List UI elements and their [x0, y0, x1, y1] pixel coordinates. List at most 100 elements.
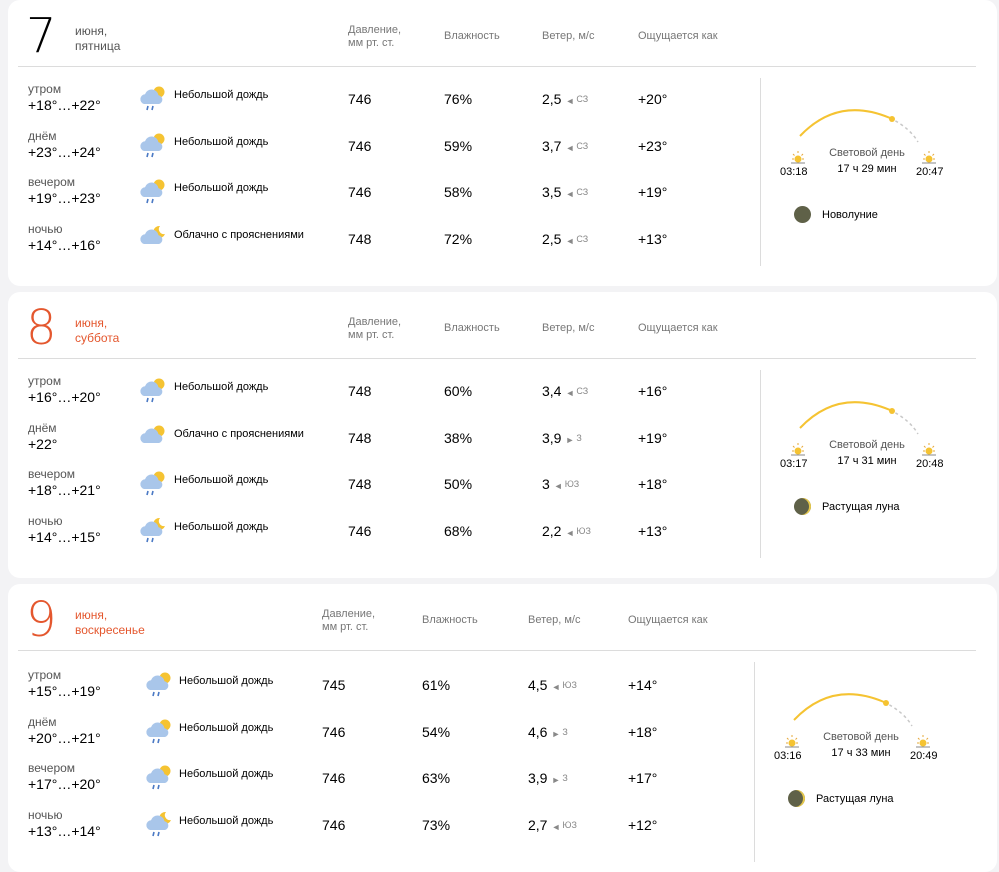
forecast-row: ночью +14°…+15° Небольшой дождь 746 68% 2,2 ◄ Ю…	[8, 514, 768, 556]
wind-direction: ЮЗ	[576, 526, 591, 537]
forecast-row: утром +15°…+19° Небольшой дождь 745 61% 4,5 ◄ Ю…	[8, 668, 768, 710]
wind-speed: 4,6	[528, 723, 548, 740]
forecast-row: ночью +13°…+14° Небольшой дождь 746 73% 2,7 ◄ Ю…	[8, 808, 768, 850]
pressure-value: 748	[348, 429, 372, 446]
day-weekday: воскресенье	[75, 623, 145, 637]
column-divider	[760, 78, 761, 266]
daylight-panel: 03:16 20:49 Световой день 17 ч 33 мин Растущ…	[772, 692, 972, 872]
daylight-label: Световой день	[829, 439, 905, 451]
condition: Небольшой дождь	[174, 381, 269, 393]
daylight-length: 17 ч 29 мин	[837, 163, 897, 175]
wind-arrow-icon: ◄	[565, 189, 575, 200]
humidity-value: 60%	[444, 383, 473, 399]
daylight-length: 17 ч 33 мин	[831, 747, 891, 759]
wind-value: 3,9 ► З	[542, 429, 582, 449]
humidity-value: 73%	[422, 817, 451, 834]
day-part: вечером	[28, 467, 76, 482]
temperature: +20°…+21°	[28, 729, 101, 746]
header-feels: Ощущается как	[628, 614, 708, 626]
day-weekday: суббота	[75, 331, 120, 345]
cloud-sun-rain-icon	[144, 763, 174, 791]
pressure-value: 746	[322, 770, 346, 787]
day-card: 7 июня, пятница Давление, мм рт. ст. Влажнос…	[8, 0, 997, 286]
wind-speed: 2,7	[528, 817, 548, 834]
pressure-value: 746	[322, 723, 346, 740]
day-part: днём	[28, 714, 57, 729]
wind-direction: З	[576, 432, 582, 443]
pressure-value: 745	[322, 677, 346, 693]
wind-arrow-icon: ◄	[565, 388, 575, 398]
wind-speed: 3,9	[528, 770, 548, 787]
humidity-value: 59%	[444, 137, 473, 154]
day-part: вечером	[28, 175, 76, 190]
forecast-row: вечером +19°…+23° Небольшой дождь 746 58% 3,5…	[8, 175, 768, 217]
sunrise-time: 03:16	[774, 750, 802, 762]
moon-phase-icon	[794, 498, 811, 515]
header-divider	[18, 650, 976, 651]
cloud-sun-rain-icon	[138, 84, 168, 112]
wind-arrow-icon: ►	[551, 775, 561, 786]
condition: Небольшой дождь	[174, 182, 269, 195]
day-card: 8 июня, суббота Давление, мм рт. ст. Влажнос…	[8, 292, 997, 578]
wind-speed: 3,4	[542, 383, 562, 399]
wind-speed: 3,5	[542, 184, 562, 201]
feels-like-value: +17°	[628, 770, 658, 787]
feels-like-value: +19°	[638, 429, 668, 446]
humidity-value: 61%	[422, 677, 451, 693]
temperature: +15°…+19°	[28, 683, 101, 699]
day-part: вечером	[28, 761, 76, 776]
feels-like-value: +12°	[628, 817, 658, 834]
temperature: +13°…+14°	[28, 823, 101, 840]
humidity-value: 58%	[444, 184, 473, 201]
cloud-sun-icon	[138, 423, 168, 451]
column-divider	[754, 662, 755, 862]
daylight-panel: 03:17 20:48 Световой день 17 ч 31 мин Растущ…	[778, 400, 978, 578]
header-feels: Ощущается как	[638, 30, 718, 42]
day-part: ночью	[28, 222, 63, 237]
wind-direction: ЮЗ	[562, 820, 577, 831]
forecast-row: утром +18°…+22° Небольшой дождь 746 76% 2,5 ◄ С…	[8, 82, 768, 124]
header-divider	[18, 66, 976, 67]
daylight-panel: 03:18 20:47 Световой день 17 ч 29 мин Новолу…	[778, 108, 978, 286]
day-part: ночью	[28, 808, 63, 823]
header-feels: Ощущается как	[638, 322, 718, 334]
condition: Небольшой дождь	[179, 815, 274, 828]
header-wind: Ветер, м/с	[528, 614, 581, 626]
forecast-row: днём +22° Облачно с прояснениями 748 38% 3,9 ►…	[8, 421, 768, 463]
wind-arrow-icon: ◄	[565, 142, 575, 153]
humidity-value: 50%	[444, 476, 473, 493]
cloud-sun-rain-icon	[138, 131, 168, 159]
sunrise-time: 03:18	[780, 166, 808, 178]
wind-direction: СЗ	[576, 140, 589, 151]
day-number: 7	[26, 8, 57, 64]
pressure-value: 748	[348, 231, 372, 248]
cloud-sun-rain-icon	[144, 717, 174, 745]
day-part: днём	[28, 128, 57, 143]
pressure-value: 746	[348, 137, 372, 154]
temperature: +23°…+24°	[28, 143, 101, 160]
moon-phase-icon	[794, 206, 811, 223]
daylight-length: 17 ч 31 мин	[837, 455, 897, 467]
temperature: +18°…+21°	[28, 482, 101, 499]
daylight-label: Световой день	[829, 147, 905, 159]
wind-speed: 2,5	[542, 231, 562, 248]
wind-direction: ЮЗ	[562, 680, 577, 690]
feels-like-value: +23°	[638, 137, 668, 154]
forecast-row: ночью +14°…+16° Облачно с прояснениями 748 7…	[8, 222, 768, 264]
pressure-value: 748	[348, 476, 372, 493]
feels-like-value: +16°	[638, 383, 668, 399]
wind-direction: СЗ	[576, 187, 589, 198]
wind-value: 2,2 ◄ ЮЗ	[542, 522, 591, 542]
temperature: +14°…+16°	[28, 237, 101, 254]
moon-phase-icon	[788, 790, 805, 807]
wind-arrow-icon: ◄	[565, 96, 575, 106]
condition: Небольшой дождь	[174, 135, 269, 148]
wind-direction: З	[562, 773, 568, 784]
forecast-row: вечером +18°…+21° Небольшой дождь 748 50% 3 ◄ Ю…	[8, 467, 768, 509]
wind-value: 4,6 ► З	[528, 723, 568, 743]
wind-direction: СЗ	[576, 386, 589, 396]
wind-value: 2,7 ◄ ЮЗ	[528, 816, 577, 836]
humidity-value: 76%	[444, 91, 473, 107]
sunrise-icon	[790, 442, 806, 458]
daylight-label: Световой день	[823, 731, 899, 743]
